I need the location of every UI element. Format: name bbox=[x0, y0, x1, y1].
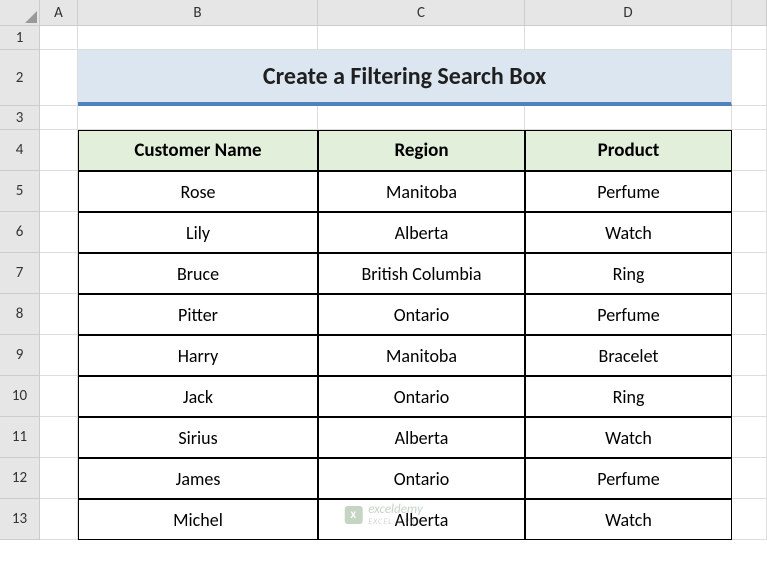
cell-e11[interactable] bbox=[732, 417, 767, 458]
cell-a2[interactable] bbox=[40, 50, 78, 106]
table-row[interactable]: Alberta bbox=[318, 417, 525, 458]
cell-b3[interactable] bbox=[78, 106, 318, 130]
row-header-1[interactable]: 1 bbox=[0, 26, 40, 50]
table-row[interactable]: Jack bbox=[78, 376, 318, 417]
row-header-11[interactable]: 11 bbox=[0, 417, 40, 458]
table-row[interactable]: Lily bbox=[78, 212, 318, 253]
col-header-e[interactable] bbox=[732, 0, 767, 26]
cell-e10[interactable] bbox=[732, 376, 767, 417]
cell-e2[interactable] bbox=[732, 50, 767, 106]
table-row[interactable]: Perfume bbox=[525, 294, 732, 335]
row-header-2[interactable]: 2 bbox=[0, 50, 40, 106]
table-row[interactable]: Perfume bbox=[525, 171, 732, 212]
cell-a3[interactable] bbox=[40, 106, 78, 130]
row-header-5[interactable]: 5 bbox=[0, 171, 40, 212]
cell-a12[interactable] bbox=[40, 458, 78, 499]
select-all-corner[interactable] bbox=[0, 0, 40, 26]
col-header-b[interactable]: B bbox=[78, 0, 318, 26]
cell-e3[interactable] bbox=[732, 106, 767, 130]
table-header-customer[interactable]: Customer Name bbox=[78, 130, 318, 171]
cell-a9[interactable] bbox=[40, 335, 78, 376]
row-header-13[interactable]: 13 bbox=[0, 499, 40, 540]
table-row[interactable]: Alberta bbox=[318, 499, 525, 540]
row-header-6[interactable]: 6 bbox=[0, 212, 40, 253]
table-row[interactable]: Bracelet bbox=[525, 335, 732, 376]
cell-e5[interactable] bbox=[732, 171, 767, 212]
table-row[interactable]: Ring bbox=[525, 253, 732, 294]
table-row[interactable]: Manitoba bbox=[318, 171, 525, 212]
spreadsheet-grid: A B C D 1 2 Create a Filtering Search Bo… bbox=[0, 0, 767, 540]
cell-a4[interactable] bbox=[40, 130, 78, 171]
table-row[interactable]: British Columbia bbox=[318, 253, 525, 294]
table-row[interactable]: Rose bbox=[78, 171, 318, 212]
cell-e7[interactable] bbox=[732, 253, 767, 294]
table-row[interactable]: Alberta bbox=[318, 212, 525, 253]
cell-c3[interactable] bbox=[318, 106, 525, 130]
row-header-4[interactable]: 4 bbox=[0, 130, 40, 171]
row-header-9[interactable]: 9 bbox=[0, 335, 40, 376]
row-header-3[interactable]: 3 bbox=[0, 106, 40, 130]
cell-e9[interactable] bbox=[732, 335, 767, 376]
table-row[interactable]: Sirius bbox=[78, 417, 318, 458]
table-row[interactable]: Ontario bbox=[318, 294, 525, 335]
col-header-a[interactable]: A bbox=[40, 0, 78, 26]
cell-b1[interactable] bbox=[78, 26, 318, 50]
cell-e12[interactable] bbox=[732, 458, 767, 499]
table-row[interactable]: Pitter bbox=[78, 294, 318, 335]
cell-e1[interactable] bbox=[732, 26, 767, 50]
table-row[interactable]: Ontario bbox=[318, 458, 525, 499]
table-row[interactable]: Watch bbox=[525, 417, 732, 458]
table-row[interactable]: Michel bbox=[78, 499, 318, 540]
col-header-d[interactable]: D bbox=[525, 0, 732, 26]
cell-a6[interactable] bbox=[40, 212, 78, 253]
table-row[interactable]: Manitoba bbox=[318, 335, 525, 376]
cell-a7[interactable] bbox=[40, 253, 78, 294]
cell-a10[interactable] bbox=[40, 376, 78, 417]
cell-d1[interactable] bbox=[525, 26, 732, 50]
table-row[interactable]: Perfume bbox=[525, 458, 732, 499]
cell-a8[interactable] bbox=[40, 294, 78, 335]
cell-e6[interactable] bbox=[732, 212, 767, 253]
row-header-12[interactable]: 12 bbox=[0, 458, 40, 499]
cell-e13[interactable] bbox=[732, 499, 767, 540]
row-header-10[interactable]: 10 bbox=[0, 376, 40, 417]
cell-a5[interactable] bbox=[40, 171, 78, 212]
col-header-c[interactable]: C bbox=[318, 0, 525, 26]
table-row[interactable]: Bruce bbox=[78, 253, 318, 294]
table-row[interactable]: Ontario bbox=[318, 376, 525, 417]
cell-c1[interactable] bbox=[318, 26, 525, 50]
cell-a11[interactable] bbox=[40, 417, 78, 458]
table-row[interactable]: Ring bbox=[525, 376, 732, 417]
table-row[interactable]: Watch bbox=[525, 499, 732, 540]
row-header-8[interactable]: 8 bbox=[0, 294, 40, 335]
cell-a13[interactable] bbox=[40, 499, 78, 540]
cell-e4[interactable] bbox=[732, 130, 767, 171]
page-title[interactable]: Create a Filtering Search Box bbox=[78, 50, 732, 106]
table-row[interactable]: Harry bbox=[78, 335, 318, 376]
row-header-7[interactable]: 7 bbox=[0, 253, 40, 294]
cell-a1[interactable] bbox=[40, 26, 78, 50]
cell-e8[interactable] bbox=[732, 294, 767, 335]
cell-d3[interactable] bbox=[525, 106, 732, 130]
table-row[interactable]: Watch bbox=[525, 212, 732, 253]
table-header-product[interactable]: Product bbox=[525, 130, 732, 171]
table-header-region[interactable]: Region bbox=[318, 130, 525, 171]
table-row[interactable]: James bbox=[78, 458, 318, 499]
